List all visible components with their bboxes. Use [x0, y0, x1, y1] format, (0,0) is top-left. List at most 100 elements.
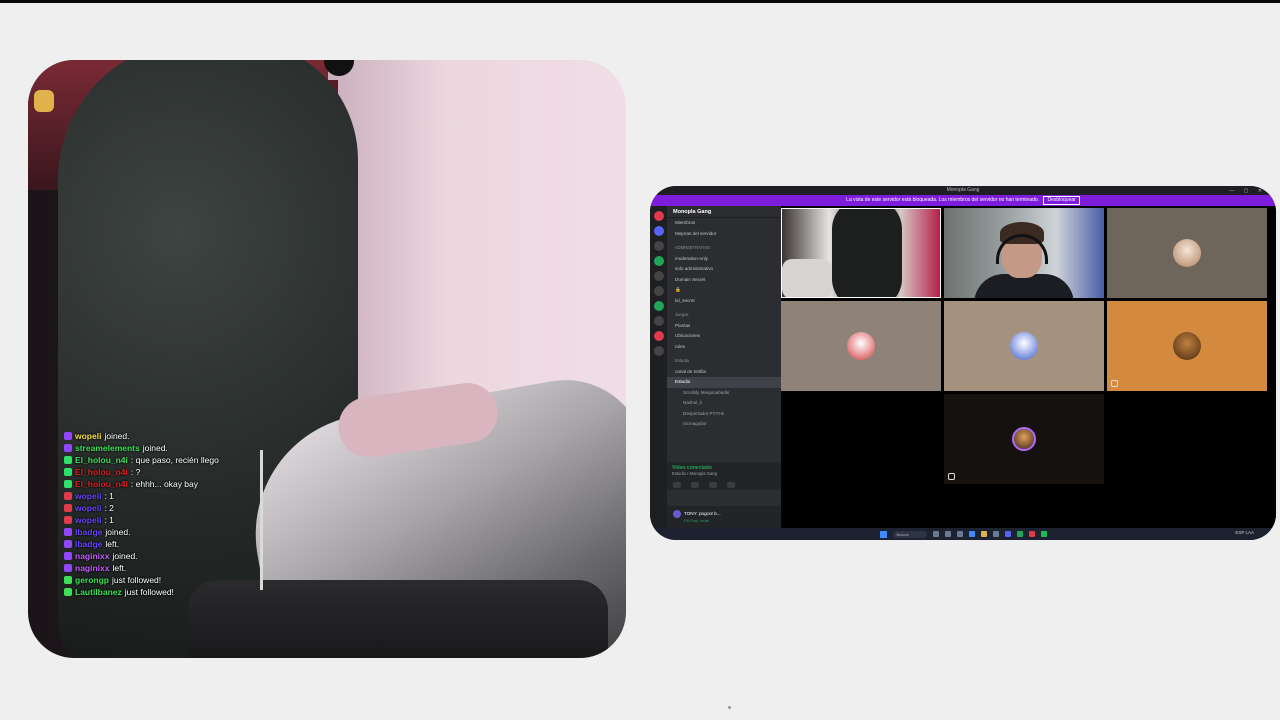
window-title: Monopla Gang [946, 187, 980, 193]
taskbar-app-icon[interactable] [992, 531, 999, 537]
chat-message: LautiIbanez just followed! [64, 586, 284, 598]
chat-text: : 1 [104, 491, 114, 501]
voice-member[interactable]: Despertador PYTHs [667, 409, 781, 420]
server-icon[interactable] [653, 331, 664, 341]
channel-item[interactable]: moderation-only [667, 254, 781, 265]
chat-text: left. [112, 563, 127, 573]
chat-username: gerongp [75, 575, 109, 585]
server-icon[interactable] [653, 256, 664, 266]
top-border [0, 0, 1280, 3]
chat-badge-icon [64, 588, 72, 596]
channel-item[interactable]: canal de tortilla [667, 367, 781, 378]
taskbar-app-icon[interactable] [1016, 531, 1023, 537]
taskbar-app-icon[interactable] [1004, 531, 1011, 537]
server-name[interactable]: Monopla Gang [667, 206, 781, 218]
chat-username: lbadge [75, 539, 103, 549]
server-list [650, 206, 667, 528]
chat-badge-icon [64, 456, 72, 464]
taskbar-app-icon[interactable] [1028, 531, 1035, 537]
voice-member[interactable]: nicmaguilar [667, 419, 781, 430]
channel-item[interactable]: Plantas [667, 321, 781, 332]
voice-status-panel: Video conectado Estudio / Monopla Gang [667, 462, 781, 490]
channel-item[interactable]: solo administrativo [667, 264, 781, 275]
chat-badge-icon [64, 540, 72, 548]
stream-chat-overlay: wopeli joined. streamelements joined. El_hol… [64, 430, 284, 598]
chat-text: : 1 [104, 515, 114, 525]
channel-item[interactable]: rules [667, 342, 781, 353]
avatar[interactable] [673, 510, 681, 518]
video-tile-streamer[interactable] [781, 208, 941, 298]
chat-text: : ehhh... okay bay [130, 479, 199, 489]
chat-message: gerongp just followed! [64, 574, 284, 586]
channel-item[interactable]: Ubicaciones [667, 331, 781, 342]
chat-message: lbadge joined. [64, 526, 284, 538]
voice-tile[interactable] [944, 394, 1104, 484]
activity-button[interactable] [709, 482, 717, 488]
taskbar-search[interactable]: Buscar [892, 530, 927, 538]
taskbar-app-icon[interactable] [1040, 531, 1047, 537]
chat-badge-icon [64, 516, 72, 524]
taskbar-app-icon[interactable] [956, 531, 963, 537]
channel-item[interactable]: Miembros [667, 218, 781, 229]
server-icon[interactable] [653, 226, 664, 236]
channel-item[interactable]: 🔒 [667, 285, 781, 296]
server-icon[interactable] [653, 316, 664, 326]
camera-button[interactable] [673, 482, 681, 488]
chat-message: naginixx left. [64, 562, 284, 574]
server-icon[interactable] [653, 286, 664, 296]
video-tile-headset-user[interactable] [944, 208, 1104, 298]
channel-item[interactable]: Estudio [667, 377, 781, 388]
voice-tile[interactable] [1107, 301, 1267, 391]
user-panel: TONY: pogcor b... EN Fwk, mute [667, 506, 781, 528]
chat-message: wopeli: 1 [64, 514, 284, 526]
chat-text: just followed! [124, 587, 174, 597]
voice-tile[interactable] [1107, 208, 1267, 298]
channel-category[interactable]: ADMINISTRATIVO [667, 243, 781, 254]
voice-member[interactable]: Scrolldy Mequinabadis [667, 388, 781, 399]
chat-badge-icon [64, 576, 72, 584]
voice-tile[interactable] [781, 301, 941, 391]
windows-start-icon[interactable] [879, 530, 887, 538]
chat-username: wopeli [75, 503, 102, 513]
mute-icon [1111, 380, 1118, 387]
channel-item[interactable]: Mejoras del servidor [667, 229, 781, 240]
taskbar-app-icon[interactable] [968, 531, 975, 537]
server-icon[interactable] [653, 346, 664, 356]
notice-button[interactable]: Desbloquear [1043, 196, 1080, 205]
chat-badge-icon [64, 480, 72, 488]
chat-username: El_holou_n4i [75, 455, 128, 465]
server-icon[interactable] [653, 301, 664, 311]
chat-message: wopeli: 1 [64, 490, 284, 502]
chat-text: left. [105, 539, 120, 549]
chat-username: El_holou_n4i [75, 467, 128, 477]
chat-badge-icon [64, 504, 72, 512]
system-tray[interactable]: ESP LAA [1235, 530, 1254, 535]
notice-bar: La vista de este servidor está bloqueada… [650, 195, 1276, 206]
chat-text: joined. [142, 443, 168, 453]
taskbar-app-icon[interactable] [980, 531, 987, 537]
chat-username: naginixx [75, 563, 110, 573]
channel-item[interactable]: lol_secret [667, 296, 781, 307]
channel-category[interactable]: Estudio [667, 356, 781, 367]
chat-text: joined. [104, 431, 130, 441]
channel-category[interactable]: Juegos [667, 310, 781, 321]
server-icon[interactable] [653, 241, 664, 251]
discord-screen-share: Monopla Gang — ▢ ✕ La vista de este serv… [650, 186, 1276, 540]
voice-channel: Estudio / Monopla Gang [672, 471, 717, 476]
figurine [34, 90, 54, 112]
taskbar-app-icon[interactable] [932, 531, 939, 537]
server-icon[interactable] [653, 211, 664, 221]
chat-badge-icon [64, 564, 72, 572]
soundboard-button[interactable] [727, 482, 735, 488]
screen-share-button[interactable] [691, 482, 699, 488]
channel-item[interactable]: Domain Secret [667, 275, 781, 286]
voice-member[interactable]: Nashul_k [667, 398, 781, 409]
voice-tile[interactable] [944, 301, 1104, 391]
chat-badge-icon [64, 552, 72, 560]
server-icon[interactable] [653, 271, 664, 281]
chat-message: naginixx joined. [64, 550, 284, 562]
chat-badge-icon [64, 468, 72, 476]
chat-text: : ? [130, 467, 141, 477]
chat-badge-icon [64, 444, 72, 452]
taskbar-app-icon[interactable] [944, 531, 951, 537]
